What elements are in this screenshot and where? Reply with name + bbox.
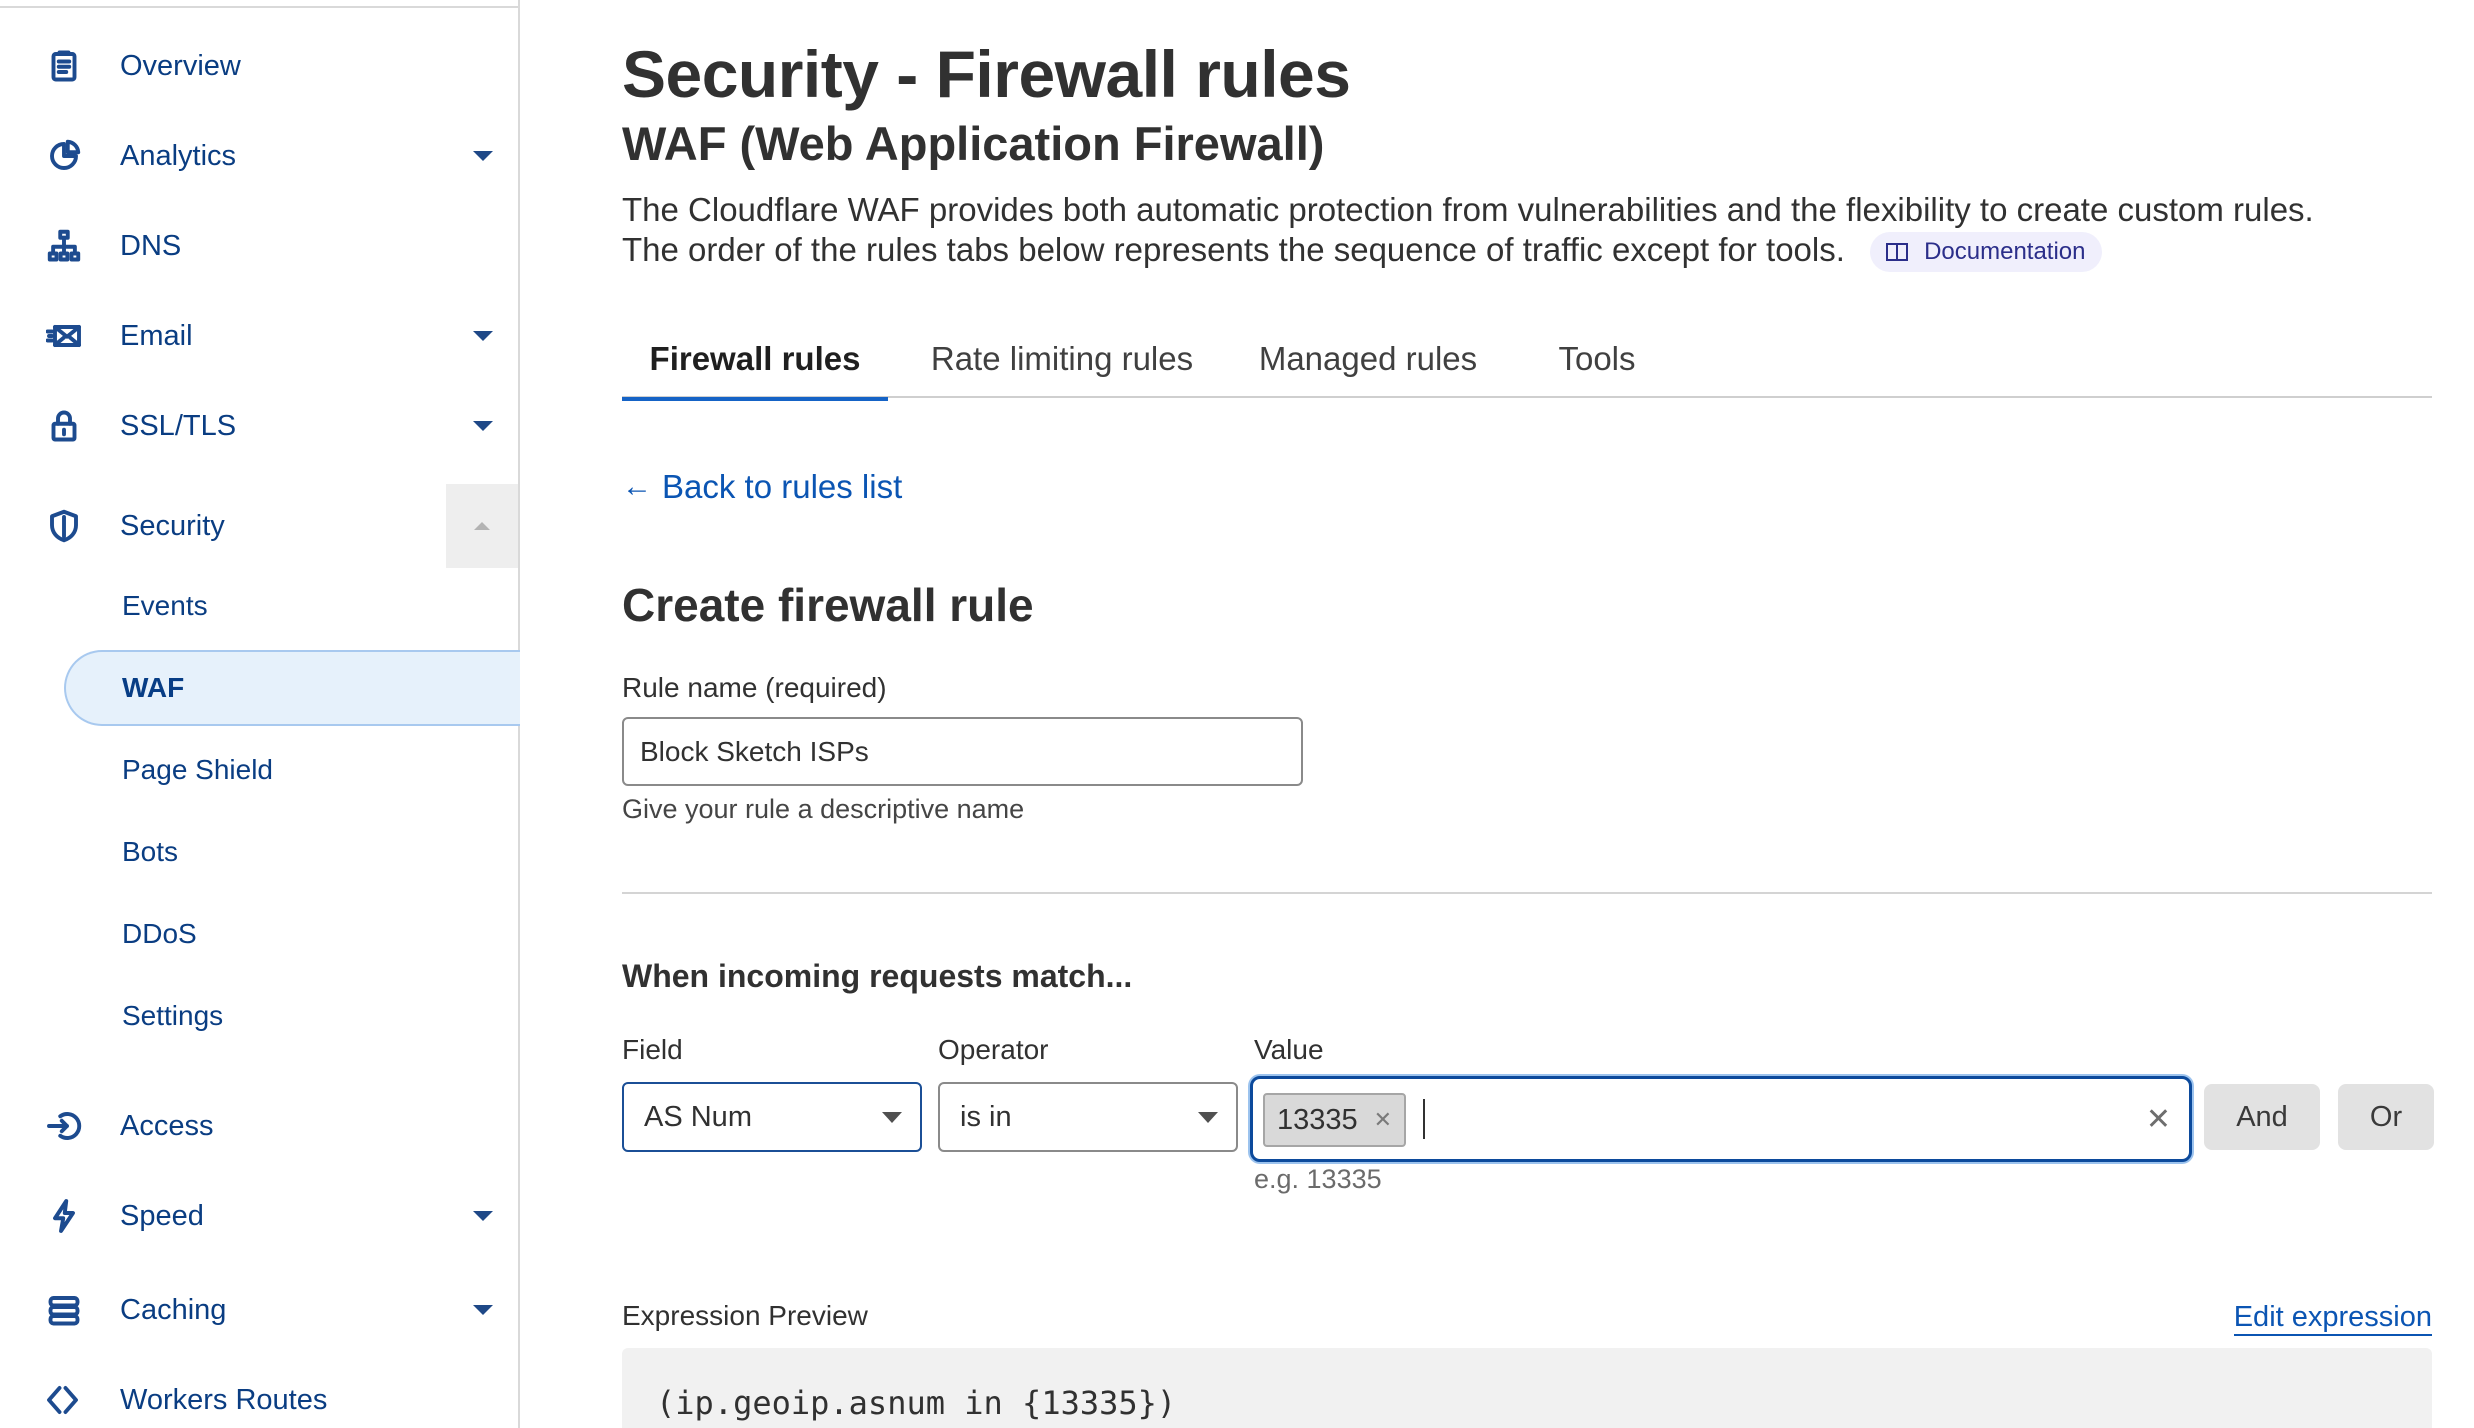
sidebar-item-speed[interactable]: Speed — [0, 1172, 518, 1260]
chevron-down-icon[interactable] — [472, 1299, 494, 1321]
sidebar-item-workers-routes[interactable]: Workers Routes — [0, 1356, 518, 1428]
sidebar-subitem-events[interactable]: Events — [0, 568, 518, 644]
sidebar-item-label: SSL/TLS — [120, 409, 237, 442]
sidebar-item-label: Workers Routes — [120, 1383, 328, 1416]
tabs-bar: Firewall rules Rate limiting rules Manag… — [622, 320, 2432, 401]
documentation-label: Documentation — [1924, 238, 2086, 266]
expression-code: (ip.geoip.asnum in {13335}) — [656, 1384, 1177, 1422]
sidebar-subitem-waf[interactable]: WAF — [0, 650, 520, 726]
tab-tools[interactable]: Tools — [1542, 320, 1652, 398]
description-text: The order of the rules tabs below repres… — [622, 231, 1845, 268]
sidebar-item-security[interactable]: Security — [0, 484, 518, 568]
lightning-icon — [44, 1196, 84, 1236]
value-example: e.g. 13335 — [1254, 1164, 1382, 1194]
code-brackets-icon — [44, 1380, 84, 1420]
book-icon — [1886, 243, 1909, 262]
or-button[interactable]: Or — [2338, 1084, 2434, 1150]
sidebar-item-caching[interactable]: Caching — [0, 1266, 518, 1354]
envelope-icon — [44, 316, 84, 356]
and-button[interactable]: And — [2204, 1084, 2320, 1150]
sidebar-subitem-label: Page Shield — [122, 754, 274, 785]
match-title: When incoming requests match... — [622, 958, 1133, 994]
sidebar-subitem-ddos[interactable]: DDoS — [0, 896, 518, 972]
expression-preview: (ip.geoip.asnum in {13335}) — [622, 1348, 2432, 1428]
server-stack-icon — [44, 1290, 84, 1330]
sidebar-subitem-label: DDoS — [122, 918, 197, 949]
chevron-down-icon[interactable] — [472, 325, 494, 347]
sidebar-item-label: Analytics — [120, 139, 237, 172]
back-link-label: Back to rules list — [662, 468, 903, 505]
field-select[interactable]: AS Num — [622, 1082, 922, 1152]
sidebar-subitem-page-shield[interactable]: Page Shield — [0, 732, 518, 808]
tab-managed-rules[interactable]: Managed rules — [1248, 320, 1488, 398]
remove-tag-icon[interactable]: ✕ — [1374, 1107, 1392, 1133]
main-content: Security - Firewall rules WAF (Web Appli… — [622, 0, 2434, 1428]
sidebar-item-label: Overview — [120, 49, 241, 82]
field-select-value: AS Num — [644, 1100, 752, 1133]
page-title: Security - Firewall rules — [622, 37, 1351, 111]
sidebar-item-email[interactable]: Email — [0, 292, 518, 380]
arrow-left-icon: ← — [622, 470, 652, 503]
description-line: The Cloudflare WAF provides both automat… — [622, 191, 2314, 228]
value-input[interactable]: 13335 ✕ ✕ — [1250, 1076, 2192, 1162]
sidebar-subitem-label: Events — [122, 590, 208, 621]
edit-expression-link[interactable]: Edit expression — [2233, 1300, 2432, 1336]
sidebar-item-access[interactable]: Access — [0, 1082, 518, 1170]
sidebar-subitem-label: Bots — [122, 836, 179, 867]
field-label: Field — [622, 1034, 683, 1065]
operator-select[interactable]: is in — [938, 1082, 1238, 1152]
sidebar-subitem-label: WAF — [122, 672, 185, 703]
sidebar-item-overview[interactable]: Overview — [0, 22, 518, 110]
sidebar-item-label: Speed — [120, 1199, 204, 1232]
tab-firewall-rules[interactable]: Firewall rules — [622, 320, 888, 401]
operator-select-value: is in — [960, 1100, 1012, 1133]
lock-icon — [44, 406, 84, 446]
chevron-up-icon[interactable] — [446, 484, 518, 568]
documentation-link[interactable]: Documentation — [1870, 232, 2102, 273]
chevron-down-icon — [882, 1112, 902, 1123]
sidebar-item-label: Caching — [120, 1293, 227, 1326]
section-divider — [622, 892, 2432, 894]
section-title: Create firewall rule — [622, 579, 1034, 631]
chevron-down-icon[interactable] — [472, 145, 494, 167]
chevron-down-icon[interactable] — [472, 415, 494, 437]
rule-name-helper: Give your rule a descriptive name — [622, 794, 1025, 824]
clipboard-icon — [44, 46, 84, 86]
value-label: Value — [1254, 1034, 1324, 1065]
shield-icon — [44, 506, 84, 546]
sidebar-item-label: Email — [120, 319, 193, 352]
pie-chart-icon — [44, 136, 84, 176]
page-description: The Cloudflare WAF provides both automat… — [622, 190, 2314, 273]
network-icon — [44, 226, 84, 266]
sidebar-subitem-label: Settings — [122, 1000, 224, 1031]
sidebar: Overview Analytics DNS Email SSL/TLS Sec… — [0, 0, 520, 1428]
sidebar-top-divider — [0, 0, 520, 8]
expression-preview-label: Expression Preview — [622, 1300, 868, 1331]
page-subtitle: WAF (Web Application Firewall) — [622, 117, 1325, 170]
tab-rate-limiting-rules[interactable]: Rate limiting rules — [910, 320, 1214, 398]
sidebar-item-label: Access — [120, 1109, 214, 1142]
clear-icon[interactable]: ✕ — [2146, 1103, 2171, 1137]
description-line: The order of the rules tabs below repres… — [622, 230, 2314, 273]
sidebar-item-dns[interactable]: DNS — [0, 202, 518, 290]
text-cursor — [1423, 1099, 1425, 1139]
chevron-down-icon — [1198, 1112, 1218, 1123]
rule-name-label: Rule name (required) — [622, 672, 887, 703]
sidebar-subitem-bots[interactable]: Bots — [0, 814, 518, 890]
sidebar-item-analytics[interactable]: Analytics — [0, 112, 518, 200]
sidebar-item-ssl-tls[interactable]: SSL/TLS — [0, 382, 518, 470]
value-tag-label: 13335 — [1277, 1103, 1358, 1136]
rule-name-input[interactable]: Block Sketch ISPs — [622, 717, 1303, 786]
back-to-rules-link[interactable]: ← Back to rules list — [622, 468, 902, 506]
sidebar-subitem-settings[interactable]: Settings — [0, 978, 518, 1054]
sidebar-item-label: Security — [120, 509, 225, 542]
sidebar-item-label: DNS — [120, 229, 182, 262]
chevron-down-icon[interactable] — [472, 1205, 494, 1227]
sign-in-icon — [44, 1106, 84, 1146]
value-tag: 13335 ✕ — [1263, 1093, 1407, 1147]
operator-label: Operator — [938, 1034, 1049, 1065]
